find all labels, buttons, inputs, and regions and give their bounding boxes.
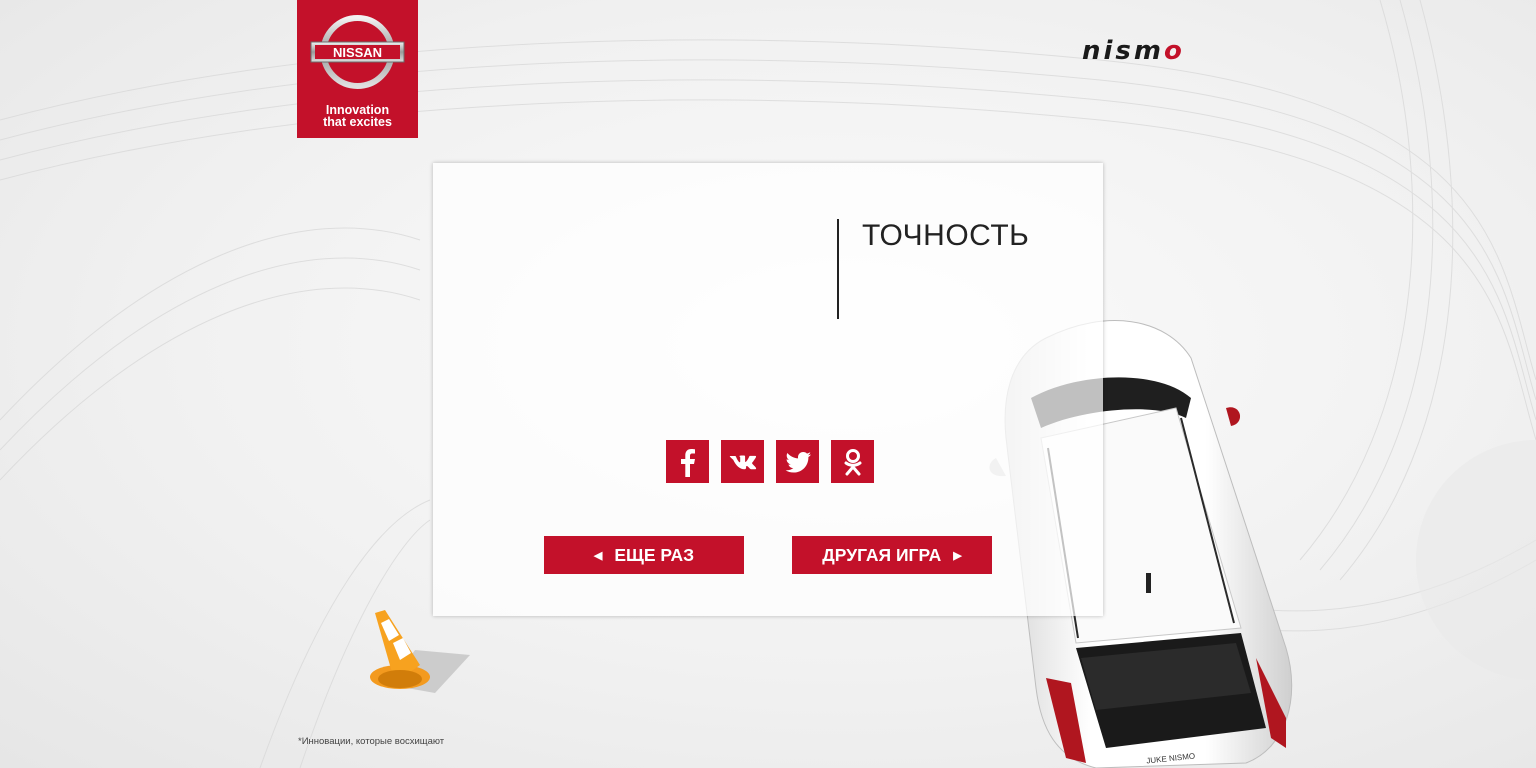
nissan-logo-text: NISSAN <box>333 45 382 60</box>
result-title: ТОЧНОСТЬ <box>862 219 1030 252</box>
result-card: ТОЧНОСТЬ ◀ ЕЩЕ РАЗ ДРУГАЯ ИГРА ▶ <box>433 163 1103 616</box>
nissan-logo-icon: NISSAN <box>310 15 405 89</box>
nissan-logo-badge[interactable]: NISSAN Innovation that excites <box>297 0 418 138</box>
facebook-icon <box>680 448 695 477</box>
other-game-button[interactable]: ДРУГАЯ ИГРА ▶ <box>792 536 992 574</box>
arrow-left-icon: ◀ <box>593 549 603 562</box>
share-odnoklassniki-button[interactable] <box>831 440 874 483</box>
nismo-logo-accent: o <box>1164 36 1185 66</box>
traffic-cone-icon <box>370 610 470 693</box>
odnoklassniki-icon <box>844 448 861 475</box>
other-game-label: ДРУГАЯ ИГРА <box>822 544 942 565</box>
play-again-button[interactable]: ◀ ЕЩЕ РАЗ <box>544 536 744 574</box>
share-twitter-button[interactable] <box>776 440 819 483</box>
nismo-logo: nismo <box>1082 36 1222 66</box>
social-share-bar <box>666 440 874 483</box>
share-facebook-button[interactable] <box>666 440 709 483</box>
share-vk-button[interactable] <box>721 440 764 483</box>
title-divider <box>837 219 839 319</box>
arrow-right-icon: ▶ <box>953 549 962 562</box>
play-again-label: ЕЩЕ РАЗ <box>614 544 695 565</box>
twitter-icon <box>785 451 811 472</box>
nismo-logo-text: nismo <box>1082 36 1185 66</box>
brand-tagline: Innovation that excites <box>323 103 392 129</box>
vk-icon <box>729 455 756 469</box>
footnote: *Инновации, которые восхищают <box>298 736 445 747</box>
